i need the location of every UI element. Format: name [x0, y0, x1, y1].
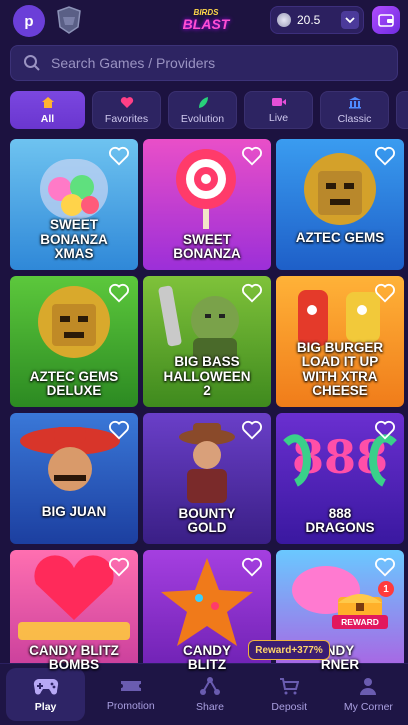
brand-main-text: BLAST	[182, 16, 230, 32]
balance-display[interactable]: 20.5	[270, 6, 364, 34]
game-tile[interactable]: 888 888 DRAGONS	[276, 413, 404, 544]
favorite-heart-icon[interactable]	[108, 282, 130, 304]
favorite-heart-icon[interactable]	[374, 556, 396, 578]
nav-share[interactable]: Share	[170, 664, 249, 725]
favorite-heart-icon[interactable]	[374, 145, 396, 167]
game-title: AZTEC GEMS DELUXE	[29, 368, 119, 399]
tab-label: Classic	[337, 112, 372, 125]
game-tile[interactable]: BIG BURGER LOAD IT UP WITH XTRA CHEESE	[276, 276, 404, 407]
game-title: 888 DRAGONS	[305, 505, 375, 536]
avatar[interactable]: p	[13, 5, 45, 37]
game-tile[interactable]: BIG JUAN	[10, 413, 138, 544]
game-title: BIG BURGER LOAD IT UP WITH XTRA CHEESE	[296, 339, 384, 399]
favorite-heart-icon[interactable]	[374, 282, 396, 304]
nav-label: Play	[34, 700, 57, 713]
nav-promotion[interactable]: Promotion	[91, 664, 170, 725]
tab-evolution[interactable]: Evolution	[168, 91, 237, 129]
tab-all[interactable]: All	[10, 91, 85, 129]
coin-icon	[277, 13, 291, 27]
vip-badge-icon[interactable]	[54, 5, 84, 35]
game-title: SWEET BONANZA	[173, 231, 241, 262]
favorite-heart-icon[interactable]	[108, 145, 130, 167]
tab-live[interactable]: Live	[244, 91, 313, 129]
favorite-heart-icon[interactable]	[241, 282, 263, 304]
nav-my-corner[interactable]: My Corner	[329, 664, 408, 725]
nav-label: Deposit	[271, 700, 308, 713]
reward-percentage-tag[interactable]: Reward+377%	[248, 640, 330, 660]
game-title: BOUNTY GOLD	[178, 505, 236, 536]
tab-classic[interactable]: Classic	[320, 91, 389, 129]
tab-label: Evolution	[180, 112, 225, 125]
game-tile[interactable]: SWEET BONANZA	[143, 139, 271, 270]
search-icon	[24, 55, 40, 71]
user-icon	[360, 677, 377, 695]
nav-label: My Corner	[343, 700, 393, 713]
tab-label: Favorites	[104, 112, 149, 125]
game-title: BIG BASS HALLOWEEN 2	[163, 354, 251, 399]
favorite-heart-icon[interactable]	[108, 419, 130, 441]
game-title: BIG JUAN	[41, 504, 107, 520]
favorite-heart-icon[interactable]	[241, 419, 263, 441]
game-tile[interactable]: AZTEC GEMS DELUXE	[10, 276, 138, 407]
nav-label: Share	[195, 700, 225, 713]
game-title: AZTEC GEMS	[295, 230, 385, 246]
favorite-heart-icon[interactable]	[108, 556, 130, 578]
game-title: CANDY BLITZ BOMBS	[29, 642, 119, 673]
search-bar[interactable]	[10, 45, 398, 81]
tab-favorites[interactable]: Favorites	[92, 91, 161, 129]
nav-deposit[interactable]: Deposit	[250, 664, 329, 725]
tab-label: Live	[268, 112, 289, 124]
top-bar: p BIRDS BLAST 20.5	[0, 0, 408, 40]
favorite-heart-icon[interactable]	[374, 419, 396, 441]
cart-icon	[280, 677, 300, 694]
search-input[interactable]	[51, 55, 371, 71]
game-tile[interactable]: BOUNTY GOLD	[143, 413, 271, 544]
share-icon	[200, 676, 220, 695]
gamepad-icon	[33, 678, 58, 695]
game-tile[interactable]: CANDY BLITZ BOMBS	[10, 550, 138, 681]
game-tile[interactable]: SWEET BONANZA XMAS	[10, 139, 138, 270]
game-tile[interactable]: AZTEC GEMS	[276, 139, 404, 270]
notification-count-badge: 1	[378, 581, 394, 597]
reward-chest-button[interactable]: REWARD 1	[328, 581, 394, 637]
game-tile[interactable]: BIG BASS HALLOWEEN 2	[143, 276, 271, 407]
video-icon	[271, 98, 286, 106]
brand-logo: BIRDS BLAST	[182, 2, 230, 38]
reward-label: REWARD	[332, 615, 388, 629]
balance-amount: 20.5	[297, 13, 321, 27]
game-title: CANDY BLITZ	[182, 642, 231, 673]
leaf-icon	[198, 96, 208, 108]
tab-label: All	[40, 112, 55, 125]
ticket-icon	[120, 680, 141, 691]
wallet-icon[interactable]	[372, 6, 400, 34]
nav-play[interactable]: Play	[6, 668, 86, 721]
home-icon	[41, 96, 54, 108]
game-title: SWEET BONANZA XMAS	[40, 217, 108, 262]
heart-icon	[120, 96, 133, 108]
bank-icon	[348, 96, 361, 108]
favorite-heart-icon[interactable]	[241, 556, 263, 578]
nav-label: Promotion	[106, 699, 155, 712]
category-tabs: All Favorites Evolution Live Classic	[10, 91, 408, 129]
favorite-heart-icon[interactable]	[241, 145, 263, 167]
chevron-down-icon[interactable]	[341, 11, 359, 29]
tab-more[interactable]	[396, 91, 408, 129]
game-tile[interactable]: CANDY BLITZ	[143, 550, 271, 681]
